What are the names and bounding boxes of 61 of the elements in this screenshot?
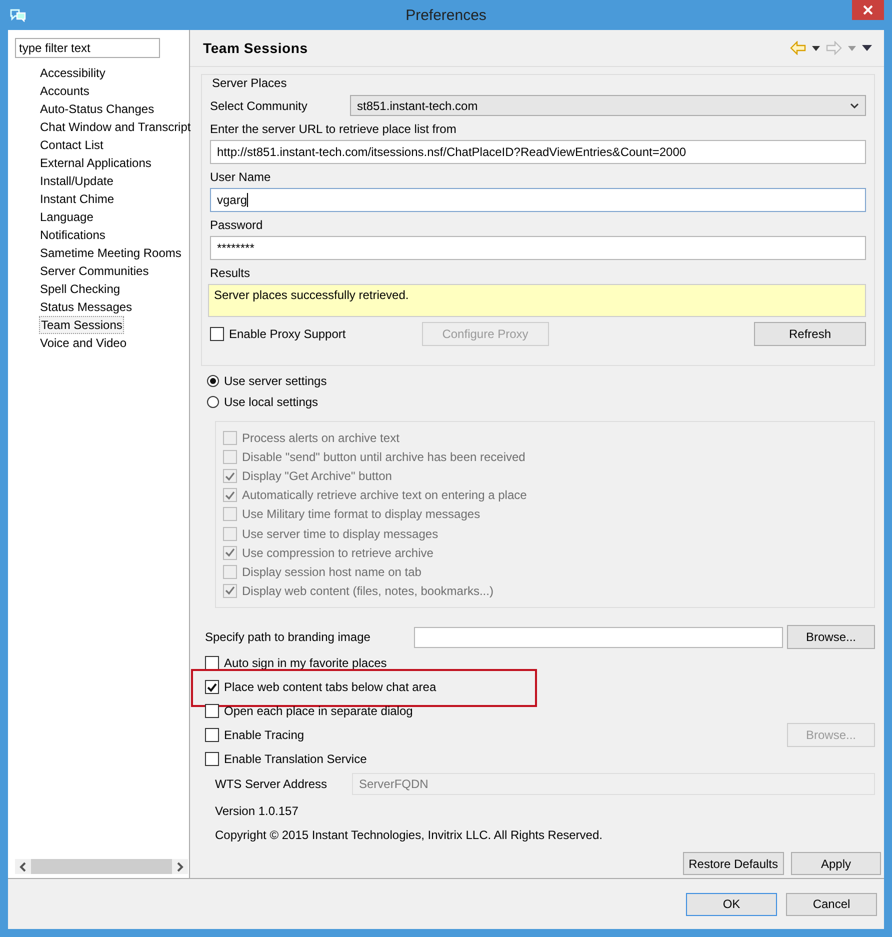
caret-icon[interactable] [812, 46, 820, 50]
option-checkbox[interactable]: Auto sign in my favorite places [205, 656, 387, 670]
sidebar-item[interactable]: Install/Update [39, 172, 114, 190]
sidebar-item[interactable]: Instant Chime [39, 190, 116, 208]
scroll-left-icon[interactable] [19, 862, 27, 872]
url-field[interactable]: http://st851.instant-tech.com/itsessions.nsf/ChatPlaceID?ReadViewEntries&Count=2000 [210, 140, 866, 164]
window-title: Preferences [404, 6, 488, 24]
proxy-checkbox[interactable]: Enable Proxy Support [210, 327, 346, 341]
version-text: Version 1.0.157 [215, 804, 300, 818]
option-checkbox[interactable]: Place web content tabs below chat area [205, 680, 436, 694]
sidebar-item[interactable]: Voice and Video [39, 334, 128, 352]
field-label: Password [210, 218, 264, 232]
sidebar-item[interactable]: Chat Window and Transcript [39, 118, 192, 136]
check-icon [207, 682, 217, 692]
check-icon [225, 548, 235, 558]
field-label: Select Community [210, 98, 308, 112]
field-label: Specify path to branding image [204, 630, 372, 644]
close-icon [863, 5, 873, 15]
community-dropdown[interactable]: st851.instant-tech.com [350, 95, 866, 116]
field-label: Enter the server URL to retrieve place list from [210, 122, 458, 136]
dialog-button[interactable]: Cancel [786, 892, 877, 916]
scroll-right-icon[interactable] [176, 862, 184, 872]
page-title: Team Sessions [203, 40, 309, 56]
radio-option[interactable]: Use local settings [207, 395, 875, 409]
results-message: Server places successfully retrieved. [208, 284, 866, 317]
refresh-button[interactable]: Refresh [754, 322, 866, 346]
sidebar-item[interactable]: Accounts [39, 82, 90, 100]
password-field[interactable]: ******** [210, 236, 866, 260]
option-checkbox[interactable]: Open each place in separate dialog [205, 704, 413, 718]
field-label: Results [210, 266, 252, 280]
close-button[interactable] [852, 0, 884, 20]
browse-button[interactable]: Browse... [787, 625, 875, 649]
option-checkbox[interactable]: Enable Translation Service [205, 752, 367, 766]
page-button[interactable]: Apply [791, 852, 881, 875]
chat-bubbles-icon [10, 8, 26, 22]
sidebar-item[interactable]: Sametime Meeting Rooms [39, 244, 182, 262]
sidebar-item[interactable]: Status Messages [39, 298, 134, 316]
sidebar-item[interactable]: Contact List [39, 136, 104, 154]
copyright-text: Copyright © 2015 Instant Technologies, Invitrix LLC. All Rights Reserved. [215, 828, 604, 842]
group-title: Server Places [210, 76, 289, 90]
username-field[interactable]: vgarg [210, 188, 866, 212]
sidebar-item[interactable]: Accessibility [39, 64, 106, 82]
sidebar-item[interactable]: Spell Checking [39, 280, 122, 298]
filter-field[interactable]: type filter text [15, 38, 160, 58]
chevron-down-icon [850, 102, 859, 108]
field-label: WTS Server Address [215, 777, 328, 791]
radio-option[interactable]: Use server settings [207, 374, 875, 388]
sidebar-item[interactable]: Notifications [39, 226, 106, 244]
sidebar-item[interactable]: Server Communities [39, 262, 150, 280]
check-icon [225, 586, 235, 596]
branding-path-field[interactable] [414, 626, 783, 648]
dialog-button[interactable]: OK [686, 892, 777, 916]
horizontal-scrollbar[interactable] [15, 859, 188, 874]
sidebar-item[interactable]: Language [39, 208, 94, 226]
page-button[interactable]: Restore Defaults [682, 852, 784, 875]
sidebar-item[interactable]: Auto-Status Changes [39, 100, 156, 118]
sidebar-item[interactable]: Team Sessions [39, 316, 124, 334]
menu-icon[interactable] [862, 45, 872, 51]
field-label: User Name [210, 170, 272, 184]
option-checkbox[interactable]: Enable Tracing [205, 728, 304, 742]
sidebar-item[interactable]: External Applications [39, 154, 152, 172]
